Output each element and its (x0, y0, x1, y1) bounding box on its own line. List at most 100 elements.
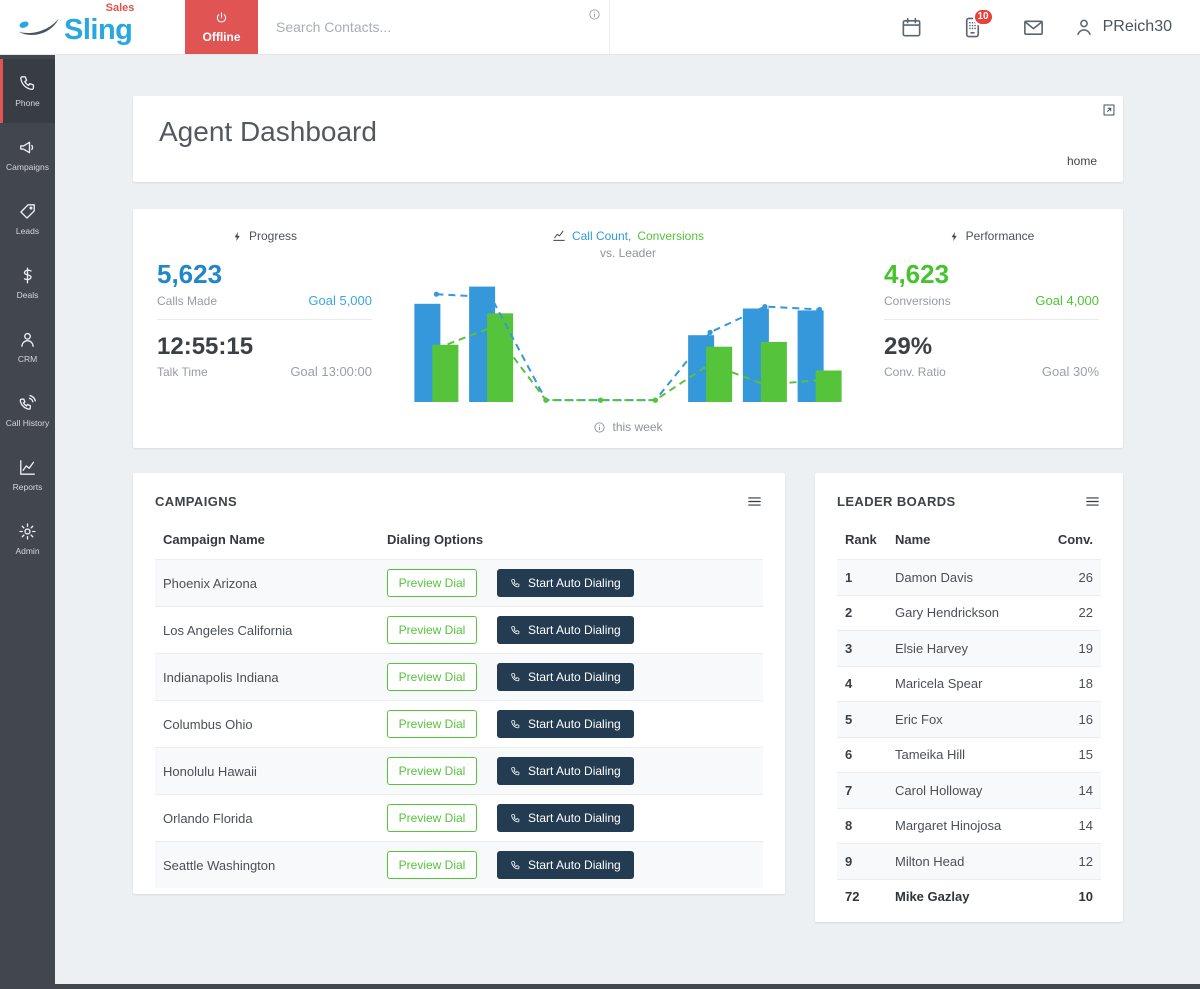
leaderboard-conv: 18 (1053, 676, 1101, 691)
leaderboard-name: Carol Holloway (895, 783, 1053, 798)
start-auto-dialing-label: Start Auto Dialing (528, 764, 621, 778)
leaderboard-conv: 14 (1053, 818, 1101, 833)
topbar-icons: 10 (900, 0, 1073, 54)
search-area (258, 0, 610, 54)
leaderboard-rank: 5 (837, 712, 895, 727)
col-rank: Rank (837, 532, 895, 547)
campaign-row: Columbus Ohio Preview Dial Start Auto Di… (155, 700, 763, 747)
campaign-row: Indianapolis Indiana Preview Dial Start … (155, 653, 763, 700)
leaderboard-conv: 10 (1053, 889, 1101, 904)
leaderboard-conv: 12 (1053, 854, 1101, 869)
envelope-icon[interactable] (1022, 16, 1045, 39)
breadcrumb[interactable]: home (1067, 154, 1097, 168)
brand-name: Sling (64, 14, 132, 46)
sidebar-item-label: CRM (18, 354, 37, 364)
hamburger-icon[interactable] (1084, 493, 1101, 510)
preview-dial-button[interactable]: Preview Dial (387, 851, 477, 879)
start-auto-dialing-button[interactable]: Start Auto Dialing (497, 804, 634, 832)
sidebar-item-campaigns[interactable]: Campaigns (0, 123, 55, 187)
start-auto-dialing-button[interactable]: Start Auto Dialing (497, 569, 634, 597)
phone-icon (18, 74, 37, 93)
start-auto-dialing-button[interactable]: Start Auto Dialing (497, 757, 634, 785)
calls-made-goal: Goal 5,000 (308, 293, 372, 308)
leaderboard-row: 6 Tameika Hill 15 (837, 737, 1101, 773)
leaderboard-title: LEADER BOARDS (837, 494, 956, 509)
deals-icon (18, 266, 37, 285)
hamburger-icon[interactable] (746, 493, 763, 510)
talk-time-value: 12:55:15 (157, 333, 372, 361)
sidebar: Phone Campaigns Leads Deals CRM Call His… (0, 55, 55, 984)
campaign-name: Columbus Ohio (155, 717, 387, 732)
reports-icon (18, 458, 37, 477)
sidebar-item-admin[interactable]: Admin (0, 507, 55, 571)
brand-logo[interactable]: Sales Sling (0, 0, 185, 54)
col-name: Name (895, 532, 1053, 547)
sidebar-item-phone[interactable]: Phone (0, 59, 55, 123)
sidebar-item-label: Deals (17, 290, 39, 300)
performance-header: Performance (884, 229, 1099, 243)
sidebar-item-deals[interactable]: Deals (0, 251, 55, 315)
preview-dial-button[interactable]: Preview Dial (387, 663, 477, 691)
chart-title-callcount: Call Count, (572, 229, 631, 243)
expand-icon[interactable] (1102, 103, 1116, 117)
leaderboard-rank: 9 (837, 854, 895, 869)
main-content: Agent Dashboard home Progress 5,623 Call… (55, 55, 1200, 984)
leaderboard-rows: 1 Damon Davis 26 2 Gary Hendrickson 22 3… (837, 559, 1101, 914)
col-campaign-name: Campaign Name (155, 532, 387, 547)
start-auto-dialing-button[interactable]: Start Auto Dialing (497, 710, 634, 738)
preview-dial-button[interactable]: Preview Dial (387, 616, 477, 644)
line-chart-icon (552, 229, 566, 243)
sidebar-item-reports[interactable]: Reports (0, 443, 55, 507)
start-auto-dialing-label: Start Auto Dialing (528, 670, 621, 684)
campaigns-table-header: Campaign Name Dialing Options (155, 520, 763, 559)
sidebar-item-leads[interactable]: Leads (0, 187, 55, 251)
dialpad-icon[interactable]: 10 (961, 16, 984, 39)
leaderboard-row: 7 Carol Holloway 14 (837, 772, 1101, 808)
talk-time-label: Talk Time (157, 365, 208, 379)
col-dialing-options: Dialing Options (387, 532, 483, 547)
preview-dial-button[interactable]: Preview Dial (387, 804, 477, 832)
conv-ratio-label: Conv. Ratio (884, 365, 946, 379)
leaderboard-name: Maricela Spear (895, 676, 1053, 691)
start-auto-dialing-label: Start Auto Dialing (528, 623, 621, 637)
conv-ratio-value: 29% (884, 333, 1099, 361)
leaderboard-rank: 2 (837, 605, 895, 620)
info-icon[interactable] (588, 8, 601, 21)
leaderboard-name: Elsie Harvey (895, 641, 1053, 656)
search-input[interactable] (276, 19, 556, 35)
sidebar-item-label: Admin (15, 546, 39, 556)
start-auto-dialing-button[interactable]: Start Auto Dialing (497, 663, 634, 691)
leaderboard-name: Gary Hendrickson (895, 605, 1053, 620)
swoosh-icon (16, 13, 62, 41)
campaigns-card: CAMPAIGNS Campaign Name Dialing Options … (133, 473, 785, 894)
preview-dial-button[interactable]: Preview Dial (387, 757, 477, 785)
leaderboard-rank: 1 (837, 570, 895, 585)
start-auto-dialing-button[interactable]: Start Auto Dialing (497, 851, 634, 879)
sidebar-item-call-history[interactable]: Call History (0, 379, 55, 443)
leaderboard-row: 2 Gary Hendrickson 22 (837, 595, 1101, 631)
leaderboard-name: Damon Davis (895, 570, 1053, 585)
sidebar-item-crm[interactable]: CRM (0, 315, 55, 379)
progress-header-label: Progress (249, 229, 297, 243)
start-auto-dialing-button[interactable]: Start Auto Dialing (497, 616, 634, 644)
power-icon (214, 11, 229, 26)
preview-dial-button[interactable]: Preview Dial (387, 710, 477, 738)
leaderboard-table-header: Rank Name Conv. (837, 520, 1101, 559)
conv-ratio-goal: Goal 30% (1042, 364, 1099, 379)
user-icon (1073, 16, 1095, 38)
leaderboard-conv: 22 (1053, 605, 1101, 620)
campaign-name: Seattle Washington (155, 858, 387, 873)
crm-icon (18, 330, 37, 349)
preview-dial-button[interactable]: Preview Dial (387, 569, 477, 597)
campaign-name: Indianapolis Indiana (155, 670, 387, 685)
leaderboard-conv: 19 (1053, 641, 1101, 656)
offline-button[interactable]: Offline (185, 0, 258, 54)
start-auto-dialing-label: Start Auto Dialing (528, 858, 621, 872)
calendar-icon[interactable] (900, 16, 923, 39)
sidebar-item-label: Reports (13, 482, 43, 492)
start-auto-dialing-label: Start Auto Dialing (528, 811, 621, 825)
campaign-row: Orlando Florida Preview Dial Start Auto … (155, 794, 763, 841)
leaderboard-name: Tameika Hill (895, 747, 1053, 762)
campaign-name: Los Angeles California (155, 623, 387, 638)
user-area[interactable]: PReich30 (1073, 0, 1200, 54)
